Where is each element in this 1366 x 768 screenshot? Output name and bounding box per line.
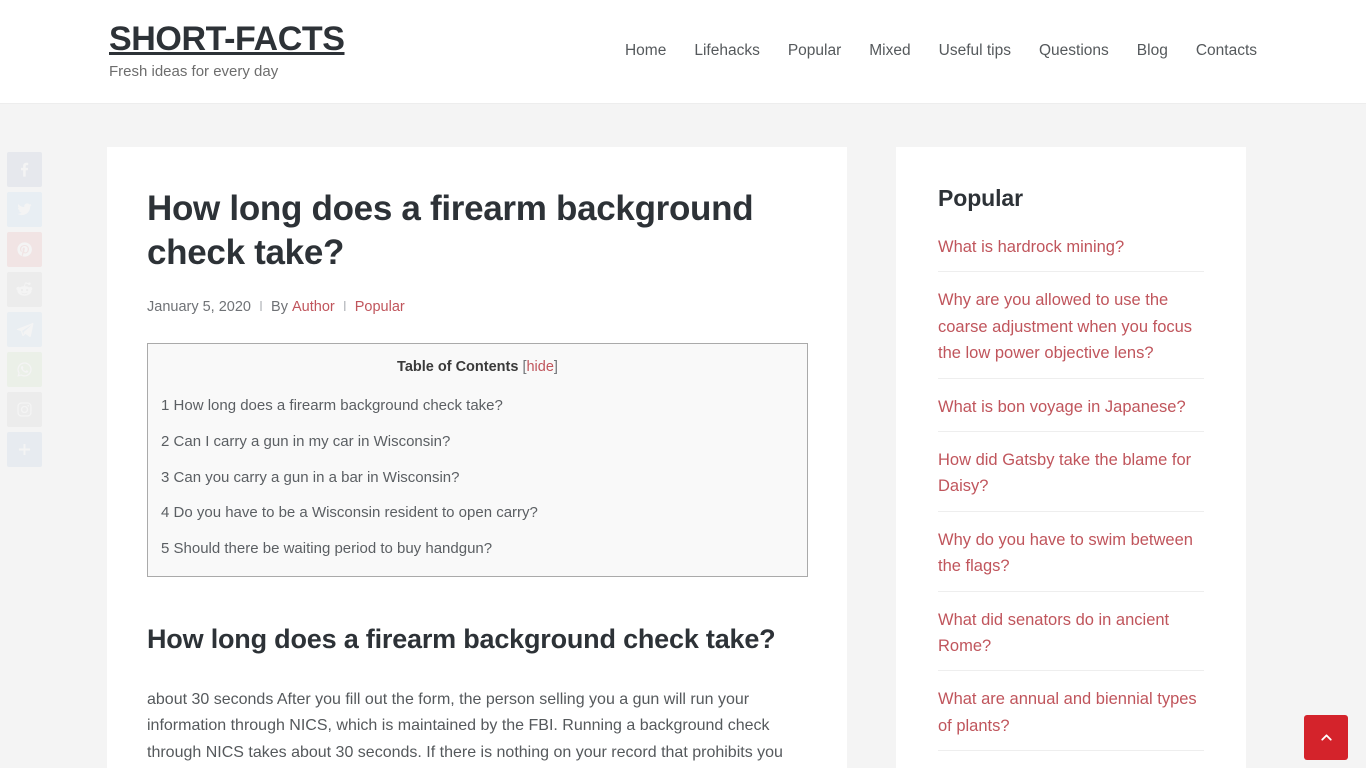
toc-item: 2 Can I carry a gun in my car in Wiscons… — [161, 431, 794, 453]
pinterest-icon — [17, 242, 32, 257]
nav-item: Questions — [1025, 35, 1123, 67]
article-body: about 30 seconds After you fill out the … — [147, 690, 783, 761]
site-header: SHORT-FACTS Fresh ideas for every day Ho… — [0, 0, 1366, 104]
toc-number: 2 — [161, 432, 170, 450]
list-item: Why are you allowed to use the coarse ad… — [938, 287, 1204, 379]
toc-link-3[interactable]: 3 Can you carry a gun in a bar in Wiscon… — [161, 469, 460, 486]
section-heading: How long does a firearm background check… — [147, 623, 776, 654]
header-inner: SHORT-FACTS Fresh ideas for every day Ho… — [107, 0, 1259, 103]
toc-heading: Table of Contents — [397, 359, 519, 376]
popular-link-1[interactable]: What is hardrock mining? — [938, 234, 1204, 271]
toc-item: 5 Should there be waiting period to buy … — [161, 538, 794, 560]
share-more-button[interactable] — [7, 432, 42, 467]
popular-link-7[interactable]: What are annual and biennial types of pl… — [938, 686, 1204, 750]
post-category-link[interactable]: Popular — [355, 297, 405, 317]
entry-meta: January 5, 2020 I By Author I Popular — [147, 297, 808, 317]
telegram-icon — [16, 322, 34, 337]
share-telegram-button[interactable] — [7, 312, 42, 347]
toc-number: 4 — [161, 504, 170, 522]
nav-link-contacts[interactable]: Contacts — [1182, 35, 1257, 67]
toc-item: 4 Do you have to be a Wisconsin resident… — [161, 502, 794, 524]
toc-bracket-close: ] — [553, 359, 558, 376]
popular-link-2[interactable]: Why are you allowed to use the coarse ad… — [938, 287, 1204, 377]
popular-link-6[interactable]: What did senators do in ancient Rome? — [938, 607, 1204, 671]
list-item: What is bon voyage in Japanese? — [938, 394, 1204, 432]
chevron-up-icon — [1320, 734, 1332, 741]
post-author-link[interactable]: Author — [292, 297, 335, 317]
post-date: January 5, 2020 — [147, 299, 251, 316]
toc-link-5[interactable]: 5 Should there be waiting period to buy … — [161, 540, 492, 557]
nav-link-lifehacks[interactable]: Lifehacks — [680, 35, 773, 67]
toc-item: 1 How long does a firearm background che… — [161, 395, 794, 417]
toc-label: Do you have to be a Wisconsin resident t… — [173, 504, 538, 522]
meta-separator: I — [342, 299, 347, 316]
scroll-to-top-button[interactable] — [1304, 715, 1348, 760]
share-pinterest-button[interactable] — [7, 232, 42, 267]
list-item: How did Gatsby take the blame for Daisy? — [938, 447, 1204, 512]
meta-separator: I — [259, 299, 264, 316]
popular-link-3[interactable]: What is bon voyage in Japanese? — [938, 394, 1204, 431]
popular-link-4[interactable]: How did Gatsby take the blame for Daisy? — [938, 447, 1204, 511]
site-title[interactable]: SHORT-FACTS — [109, 21, 345, 58]
share-more-icon — [18, 443, 31, 456]
nav-item: Lifehacks — [680, 35, 773, 67]
toc-link-4[interactable]: 4 Do you have to be a Wisconsin resident… — [161, 504, 538, 521]
toc-number: 3 — [161, 468, 170, 486]
nav-list: Home Lifehacks Popular Mixed Useful tips… — [611, 35, 1257, 67]
toc-label: Should there be waiting period to buy ha… — [173, 540, 493, 558]
whatsapp-icon — [17, 362, 32, 377]
primary-navigation: Home Lifehacks Popular Mixed Useful tips… — [611, 35, 1257, 67]
toc-number: 1 — [161, 397, 170, 415]
popular-posts-list: What is hardrock mining? Why are you all… — [938, 234, 1204, 768]
popular-link-5[interactable]: Why do you have to swim between the flag… — [938, 527, 1204, 591]
nav-link-mixed[interactable]: Mixed — [855, 35, 924, 67]
share-twitter-button[interactable] — [7, 192, 42, 227]
toc-toggle: [hide] — [522, 359, 557, 375]
nav-item: Popular — [774, 35, 855, 67]
page-wrapper: How long does a firearm background check… — [107, 104, 1259, 768]
share-whatsapp-button[interactable] — [7, 352, 42, 387]
share-instagram-button[interactable] — [7, 392, 42, 427]
toc-hide-link[interactable]: hide — [526, 359, 553, 375]
site-tagline: Fresh ideas for every day — [109, 62, 279, 80]
instagram-icon — [17, 402, 32, 417]
by-label: By — [271, 299, 288, 316]
nav-item: Contacts — [1182, 35, 1257, 67]
list-item: What is hardrock mining? — [938, 234, 1204, 273]
toc-label: Can I carry a gun in my car in Wisconsin… — [173, 432, 451, 450]
share-reddit-button[interactable] — [7, 272, 42, 307]
toc-number: 5 — [161, 540, 170, 558]
list-item: Why do you have to swim between the flag… — [938, 527, 1204, 592]
site-branding[interactable]: SHORT-FACTS Fresh ideas for every day — [109, 21, 345, 81]
nav-link-popular[interactable]: Popular — [774, 35, 855, 67]
social-share-bar — [7, 152, 42, 467]
nav-link-questions[interactable]: Questions — [1025, 35, 1123, 67]
nav-link-home[interactable]: Home — [611, 35, 680, 67]
list-item: What did senators do in ancient Rome? — [938, 607, 1204, 672]
toc-list: 1 How long does a firearm background che… — [161, 395, 794, 560]
table-of-contents: Table of Contents [hide] 1 How long does… — [147, 343, 808, 577]
twitter-icon — [17, 203, 32, 216]
toc-label: Can you carry a gun in a bar in Wisconsi… — [173, 468, 460, 486]
toc-header: Table of Contents [hide] — [161, 357, 794, 379]
toc-link-1[interactable]: 1 How long does a firearm background che… — [161, 397, 503, 414]
nav-item: Useful tips — [925, 35, 1025, 67]
facebook-icon — [20, 162, 29, 177]
toc-label: How long does a firearm background check… — [173, 397, 503, 415]
toc-item: 3 Can you carry a gun in a bar in Wiscon… — [161, 467, 794, 489]
nav-link-useful-tips[interactable]: Useful tips — [925, 35, 1025, 67]
nav-item: Blog — [1123, 35, 1182, 67]
reddit-icon — [16, 282, 33, 296]
sidebar: Popular What is hardrock mining? Why are… — [896, 147, 1246, 768]
nav-item: Mixed — [855, 35, 924, 67]
sidebar-widget-title: Popular — [938, 185, 1023, 211]
toc-link-2[interactable]: 2 Can I carry a gun in my car in Wiscons… — [161, 433, 450, 450]
article-card: How long does a firearm background check… — [107, 147, 847, 768]
list-item: What are annual and biennial types of pl… — [938, 686, 1204, 752]
nav-link-blog[interactable]: Blog — [1123, 35, 1182, 67]
nav-item: Home — [611, 35, 680, 67]
page-title: How long does a firearm background check… — [147, 189, 754, 273]
share-facebook-button[interactable] — [7, 152, 42, 187]
